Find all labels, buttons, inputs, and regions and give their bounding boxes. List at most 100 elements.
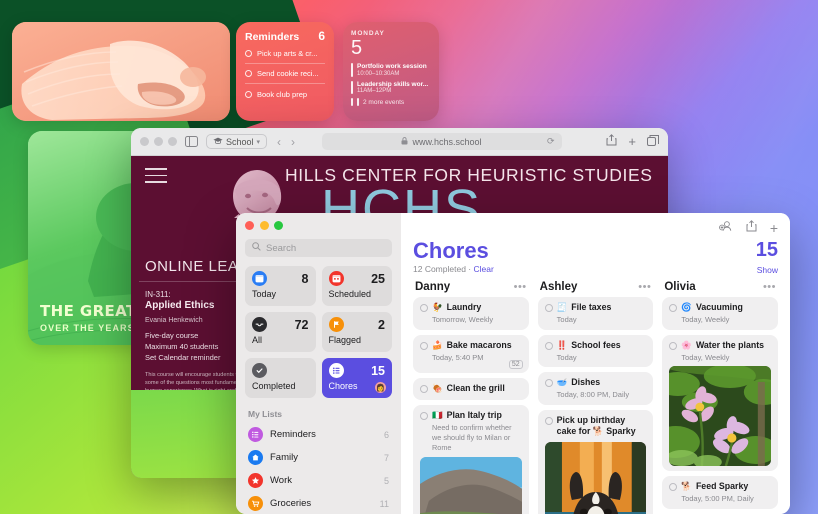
checkbox-circle-icon[interactable] xyxy=(420,385,428,394)
reminder-title: Dishes xyxy=(571,377,601,388)
tab-overview-icon[interactable] xyxy=(647,133,659,151)
smart-list-flagged[interactable]: 2 Flagged xyxy=(321,312,392,352)
navigation-arrows[interactable]: ‹ › xyxy=(277,135,295,149)
reminder-card[interactable]: 🍰 Bake macarons Today, 5:40 PM 52 xyxy=(413,334,529,374)
minimize-button[interactable] xyxy=(154,137,163,146)
checkbox-circle-icon[interactable] xyxy=(420,304,428,312)
checkbox-circle-icon[interactable] xyxy=(544,341,553,350)
checkbox-circle-icon[interactable] xyxy=(245,70,252,77)
sidebar-item-groceries[interactable]: Groceries 11 xyxy=(245,492,392,514)
minimize-button[interactable] xyxy=(259,221,269,230)
add-reminder-button[interactable]: + xyxy=(770,221,778,235)
reminder-card[interactable]: 🍖 Clean the grill xyxy=(413,378,529,400)
ellipsis-icon[interactable]: ••• xyxy=(514,281,527,293)
reminder-card[interactable]: ‼️ School fees Today xyxy=(537,334,654,368)
reminder-badge: 52 xyxy=(508,360,523,370)
address-bar[interactable]: www.hchs.school ⟳ xyxy=(321,133,562,150)
reminders-app-window[interactable]: Search 8 Today 25 Scheduled 72 All 2 Fla… xyxy=(236,213,790,514)
calendar-widget-weekday: MONDAY xyxy=(351,30,385,37)
checkbox-circle-icon[interactable] xyxy=(245,90,252,98)
tab-school[interactable]: School ▾ xyxy=(206,134,268,149)
check-circle-icon xyxy=(252,363,267,378)
smart-list-today[interactable]: 8 Today xyxy=(245,266,316,306)
cart-icon xyxy=(248,496,263,511)
new-tab-icon[interactable]: + xyxy=(628,135,636,148)
avatar[interactable]: 👩 xyxy=(375,382,386,393)
reminder-card[interactable]: 🥣 Dishes Today, 8:00 PM, Daily xyxy=(537,372,654,406)
ellipsis-icon[interactable]: ••• xyxy=(638,281,651,293)
hamburger-menu-icon[interactable] xyxy=(145,168,167,188)
calendar-widget-more-events[interactable]: 2 more events xyxy=(351,98,431,106)
column-title: Ashley xyxy=(539,281,578,293)
calendar-widget[interactable]: MONDAY 5 Portfolio work session 10:00–10… xyxy=(343,22,439,121)
window-traffic-lights[interactable] xyxy=(245,221,392,230)
smart-list-completed[interactable]: Completed xyxy=(245,358,316,398)
column-title: Olivia xyxy=(664,281,696,293)
reminder-emoji: 🍖 xyxy=(432,383,443,394)
reminders-widget-item[interactable]: Pick up arts & cr... xyxy=(245,43,325,64)
ellipsis-icon[interactable]: ••• xyxy=(763,281,776,293)
checkbox-circle-icon[interactable] xyxy=(544,379,553,388)
italy-coast-photo[interactable] xyxy=(420,456,522,514)
safari-toolbar: School ▾ ‹ › www.hchs.school ⟳ + xyxy=(131,128,668,156)
flowers-photo[interactable] xyxy=(669,366,772,467)
reminder-due: Today, 5:40 PM xyxy=(432,352,484,362)
reminder-card[interactable]: 🧾 File taxes Today xyxy=(537,297,654,330)
reminder-card[interactable]: 🐓 Laundry Tomorrow, Weekly xyxy=(413,297,529,330)
chevron-down-icon[interactable]: ▾ xyxy=(257,138,261,146)
reminder-due: Today xyxy=(556,314,577,324)
forward-button[interactable]: › xyxy=(291,135,295,149)
checkbox-circle-icon[interactable] xyxy=(245,49,252,57)
checkbox-circle-icon[interactable] xyxy=(544,417,553,426)
smart-list-label: Scheduled xyxy=(328,289,372,299)
dog-sparky-photo[interactable] xyxy=(544,441,647,514)
calendar-widget-event[interactable]: Portfolio work session 10:00–10:30AM xyxy=(351,63,431,77)
sidebar-item-label: Reminders xyxy=(270,429,316,440)
graduation-cap-icon xyxy=(213,137,223,147)
smart-list-scheduled[interactable]: 25 Scheduled xyxy=(321,266,392,306)
reminder-card[interactable]: 🌸 Water the plants Today, Weekly xyxy=(662,334,779,472)
smart-list-chores[interactable]: 15 Chores 👩 xyxy=(321,358,392,398)
reminder-due: Today, 8:00 PM, Daily xyxy=(556,390,630,400)
reminders-main-pane: + Chores 12 Completed · Clear 15 Show Da… xyxy=(401,213,790,514)
chores-subtitle: 12 Completed · Clear xyxy=(413,264,494,274)
reminders-widget-item[interactable]: Book club prep xyxy=(245,84,325,104)
checkbox-circle-icon[interactable] xyxy=(544,304,553,312)
reminders-toolbar: + xyxy=(413,220,778,236)
share-icon[interactable] xyxy=(606,133,617,151)
reminder-emoji: 🌸 xyxy=(681,339,692,350)
checkbox-circle-icon[interactable] xyxy=(669,341,678,350)
reminder-card[interactable]: 🐕 Feed Sparky Today, 5:00 PM, Daily xyxy=(662,476,779,510)
maximize-button[interactable] xyxy=(168,137,177,146)
back-button[interactable]: ‹ xyxy=(277,135,281,149)
maximize-button[interactable] xyxy=(274,221,283,230)
sidebar-item-work[interactable]: Work 5 xyxy=(245,469,392,492)
calendar-widget-event[interactable]: Leadership skills wor... 11AM–12PM xyxy=(351,80,431,94)
event-title: Portfolio work session xyxy=(357,63,427,70)
clear-button[interactable]: Clear xyxy=(474,264,494,274)
photos-widget[interactable] xyxy=(12,22,230,121)
close-button[interactable] xyxy=(140,137,149,146)
reload-icon[interactable]: ⟳ xyxy=(547,136,555,147)
reminders-widget-item[interactable]: Send cookie reci... xyxy=(245,64,325,84)
checkbox-circle-icon[interactable] xyxy=(669,483,678,492)
sidebar-item-family[interactable]: Family 7 xyxy=(245,446,392,469)
search-input[interactable]: Search xyxy=(245,239,392,257)
close-button[interactable] xyxy=(245,221,254,230)
reminders-widget[interactable]: Reminders 6 Pick up arts & cr... Send co… xyxy=(236,22,334,121)
reminder-card[interactable]: 🌀 Vacuuming Today, Weekly xyxy=(662,297,779,330)
list-bullet-icon xyxy=(248,427,263,442)
sidebar-item-reminders[interactable]: Reminders 6 xyxy=(245,423,392,446)
add-person-icon[interactable] xyxy=(718,219,733,237)
reminder-card[interactable]: Pick up birthday cake for 🐕 Sparky xyxy=(537,410,654,514)
checkbox-circle-icon[interactable] xyxy=(420,341,428,350)
share-icon[interactable] xyxy=(746,219,757,237)
checkbox-circle-icon[interactable] xyxy=(669,304,678,312)
window-traffic-lights[interactable] xyxy=(140,137,177,146)
checkbox-circle-icon[interactable] xyxy=(420,411,428,420)
smart-list-all[interactable]: 72 All xyxy=(245,312,316,352)
show-completed-button[interactable]: Show xyxy=(756,265,778,275)
sidebar-icon[interactable] xyxy=(185,136,198,147)
subtitle-separator: · xyxy=(468,264,472,275)
reminder-card[interactable]: 🇮🇹 Plan Italy trip Need to confirm wheth… xyxy=(413,404,529,514)
